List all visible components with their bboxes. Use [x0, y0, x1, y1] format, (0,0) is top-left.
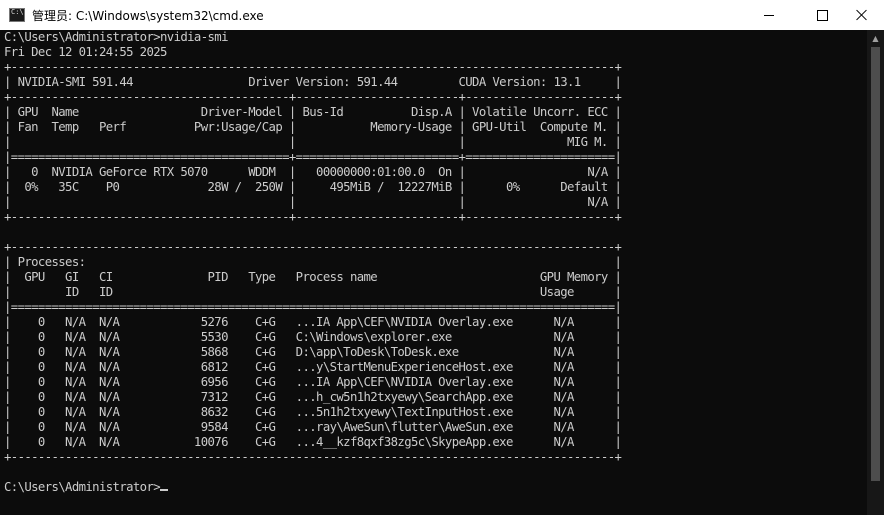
console-line: | 0 N/A N/A 7312 C+G ...h_cw5n1h2txyewy\… [4, 390, 622, 404]
title-bar[interactable]: 管理员: C:\Windows\system32\cmd.exe [0, 0, 884, 30]
minimize-button[interactable] [746, 0, 792, 30]
console-line: | GPU GI CI PID Type Process name GPU Me… [4, 270, 622, 284]
close-button[interactable] [840, 0, 884, 30]
maximize-icon [816, 9, 828, 21]
console-line: | ID ID Usage | [4, 285, 622, 299]
window-title: 管理员: C:\Windows\system32\cmd.exe [32, 8, 264, 23]
console-line: | Fan Temp Perf Pwr:Usage/Cap | Memory-U… [4, 120, 622, 134]
console-line: +---------------------------------------… [4, 90, 622, 104]
console-line: | 0 N/A N/A 5530 C+G C:\Windows\explorer… [4, 330, 622, 344]
console-line: | 0 NVIDIA GeForce RTX 5070 WDDM | 00000… [4, 165, 622, 179]
minimize-icon [764, 14, 774, 16]
console-text: C:\Users\Administrator>nvidia-smi Fri De… [0, 30, 867, 495]
console-line: | 0 N/A N/A 8632 C+G ...5n1h2txyewy\Text… [4, 405, 622, 419]
console-line: | | | MIG M. | [4, 135, 622, 149]
console-line: |=======================================… [4, 300, 622, 314]
console-line: | Processes: | [4, 255, 622, 269]
console-line: Fri Dec 12 01:24:55 2025 [4, 45, 167, 59]
console-line: +---------------------------------------… [4, 240, 622, 254]
console-line: +---------------------------------------… [4, 450, 622, 464]
console-line: | NVIDIA-SMI 591.44 Driver Version: 591.… [4, 75, 622, 89]
console-output[interactable]: C:\Users\Administrator>nvidia-smi Fri De… [0, 30, 867, 515]
console-line: | 0 N/A N/A 5276 C+G ...IA App\CEF\NVIDI… [4, 315, 622, 329]
console-line: | 0 N/A N/A 9584 C+G ...ray\AweSun\flutt… [4, 420, 622, 434]
text-cursor [160, 489, 169, 491]
command-prompt: C:\Users\Administrator> [4, 480, 161, 494]
console-line: +---------------------------------------… [4, 210, 622, 224]
cmd-window: 管理员: C:\Windows\system32\cmd.exe C:\User… [0, 0, 884, 515]
console-line: +---------------------------------------… [4, 60, 622, 74]
console-line: | 0% 35C P0 28W / 250W | 495MiB / 12227M… [4, 180, 622, 194]
console-line: | GPU Name Driver-Model | Bus-Id Disp.A … [4, 105, 622, 119]
close-icon [856, 9, 868, 21]
console-line: | 0 N/A N/A 10076 C+G ...4__kzf8qxf38zg5… [4, 435, 622, 449]
console-line: | 0 N/A N/A 5868 C+G D:\app\ToDesk\ToDes… [4, 345, 622, 359]
vertical-scrollbar[interactable]: ▲ [867, 30, 884, 515]
console-line: |=======================================… [4, 150, 622, 164]
scrollbar-thumb[interactable] [871, 47, 880, 481]
maximize-button[interactable] [799, 0, 845, 30]
console-line: | 0 N/A N/A 6956 C+G ...IA App\CEF\NVIDI… [4, 375, 622, 389]
cmd-icon[interactable] [9, 8, 25, 22]
console-line: | | | N/A | [4, 195, 622, 209]
scroll-up-arrow-icon[interactable]: ▲ [867, 30, 884, 47]
console-line: | 0 N/A N/A 6812 C+G ...y\StartMenuExper… [4, 360, 622, 374]
console-line: C:\Users\Administrator>nvidia-smi [4, 30, 228, 44]
